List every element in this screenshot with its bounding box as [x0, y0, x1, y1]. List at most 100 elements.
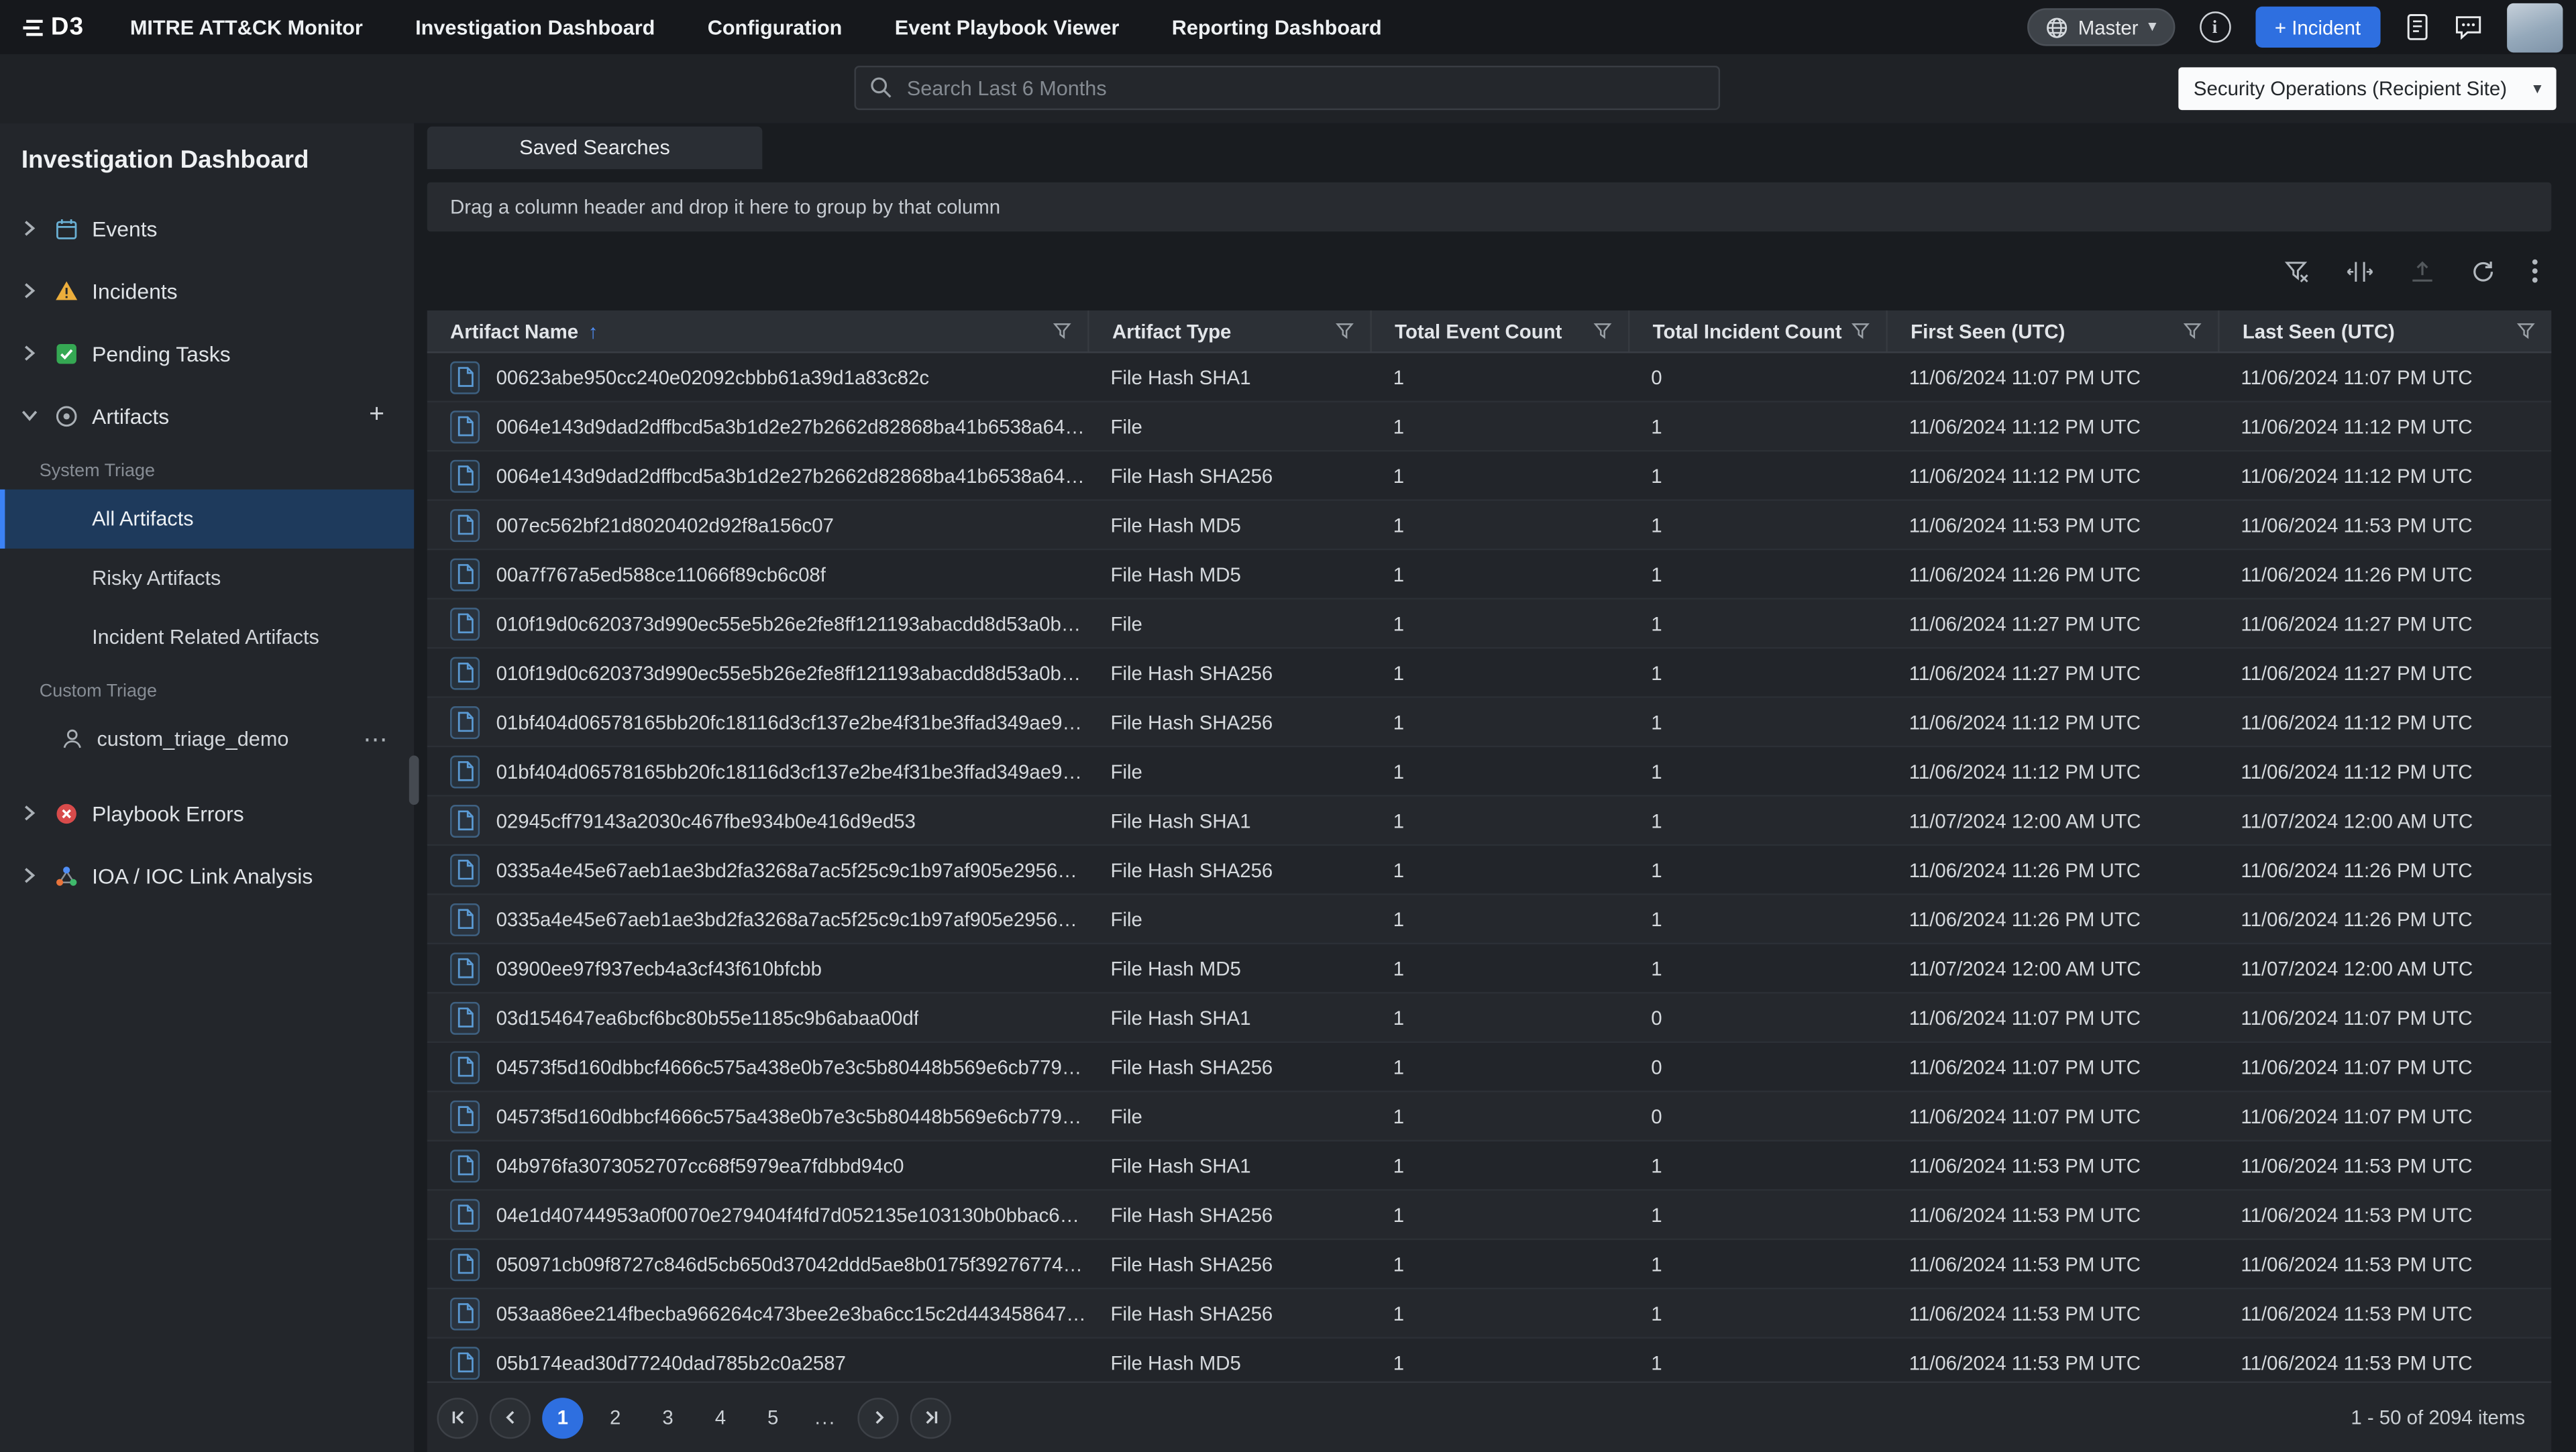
topnav-item-reporting-dashboard[interactable]: Reporting Dashboard [1172, 15, 1382, 38]
sidebar-item-label: Risky Artifacts [92, 567, 221, 590]
last-seen-cell: 11/06/2024 11:12 PM UTC [2218, 747, 2551, 795]
more-options-icon[interactable]: ⋯ [363, 727, 388, 752]
group-by-drop-zone[interactable]: Drag a column header and drop it here to… [427, 182, 2552, 231]
sidebar-item-events[interactable]: Events [0, 197, 414, 260]
sidebar-item-playbook-errors[interactable]: Playbook Errors [0, 782, 414, 844]
file-icon [450, 607, 480, 640]
file-icon [450, 952, 480, 985]
filter-icon[interactable] [2517, 322, 2535, 340]
filter-icon[interactable] [2184, 322, 2202, 340]
master-version-dropdown[interactable]: Master ▾ [2027, 8, 2175, 46]
page-button-5[interactable]: 5 [753, 1397, 794, 1438]
column-chooser-icon[interactable] [2346, 259, 2374, 284]
sidebar-item-custom-triage-demo[interactable]: custom_triage_demo ⋯ [0, 710, 414, 769]
chat-icon[interactable] [2455, 14, 2483, 40]
info-icon[interactable]: i [2199, 11, 2231, 43]
column-header-total-event-count[interactable]: Total Event Count [1370, 311, 1627, 351]
table-row[interactable]: 050971cb09f8727c846d5cb650d37042ddd5ae8b… [427, 1240, 2552, 1289]
first-seen-cell: 11/07/2024 12:00 AM UTC [1886, 797, 2218, 844]
artifact-name-cell: 00623abe950cc240e02092cbbb61a39d1a83c82c [427, 353, 1087, 401]
table-row[interactable]: 05b174ead30d77240dad785b2c0a2587File Has… [427, 1339, 2552, 1382]
table-row[interactable]: 04573f5d160dbbcf4666c575a438e0b7e3c5b804… [427, 1043, 2552, 1092]
sidebar-item-artifacts[interactable]: Artifacts + [0, 384, 414, 447]
sidebar-item-ioa-ioc-link-analysis[interactable]: IOA / IOC Link Analysis [0, 844, 414, 907]
search-input[interactable] [854, 66, 1720, 110]
page-button-3[interactable]: 3 [647, 1397, 688, 1438]
table-row[interactable]: 010f19d0c620373d990ec55e5b26e2fe8ff12119… [427, 600, 2552, 649]
filter-icon[interactable] [1053, 322, 1071, 340]
sort-ascending-icon: ↑ [588, 319, 598, 342]
sidebar-item-incidents[interactable]: Incidents [0, 260, 414, 322]
user-avatar[interactable] [2507, 3, 2563, 52]
tab-saved-searches[interactable]: Saved Searches [427, 127, 763, 170]
filter-icon[interactable] [1336, 322, 1354, 340]
table-row[interactable]: 010f19d0c620373d990ec55e5b26e2fe8ff12119… [427, 649, 2552, 697]
sidebar-resize-handle[interactable] [409, 756, 419, 805]
page-button-4[interactable]: 4 [700, 1397, 741, 1438]
artifact-name-cell: 053aa86ee214fbecba966264c473bee2e3ba6cc1… [427, 1289, 1087, 1337]
last-seen-cell: 11/06/2024 11:26 PM UTC [2218, 846, 2551, 893]
first-page-button[interactable] [437, 1397, 478, 1438]
add-artifact-view-icon[interactable]: + [369, 402, 384, 429]
table-row[interactable]: 03900ee97f937ecb4a3cf43f610bfcbbFile Has… [427, 944, 2552, 993]
clear-filters-icon[interactable] [2284, 259, 2310, 284]
column-header-total-incident-count[interactable]: Total Incident Count [1628, 311, 1886, 351]
table-row[interactable]: 053aa86ee214fbecba966264c473bee2e3ba6cc1… [427, 1289, 2552, 1338]
previous-page-button[interactable] [490, 1397, 531, 1438]
table-row[interactable]: 04e1d40744953a0f0070e279404f4fd7d052135e… [427, 1191, 2552, 1240]
pagination-ellipsis-button[interactable]: ... [805, 1397, 846, 1438]
artifact-type-cell: File Hash MD5 [1087, 944, 1370, 992]
artifact-name-text: 03d154647ea6bcf6bc80b55e1185c9b6abaa00df [496, 1006, 919, 1029]
table-row[interactable]: 04573f5d160dbbcf4666c575a438e0b7e3c5b804… [427, 1093, 2552, 1141]
table-row[interactable]: 02945cff79143a2030c467fbe934b0e416d9ed53… [427, 797, 2552, 846]
add-incident-button[interactable]: + Incident [2255, 7, 2381, 48]
table-row[interactable]: 007ec562bf21d8020402d92f8a156c07File Has… [427, 501, 2552, 550]
total-incident-count-cell: 0 [1628, 994, 1886, 1042]
table-row[interactable]: 00a7f767a5ed588ce11066f89cb6c08fFile Has… [427, 550, 2552, 599]
sidebar-item-all-artifacts[interactable]: All Artifacts [0, 490, 414, 549]
release-notes-icon[interactable] [2405, 13, 2430, 42]
column-header-artifact-name[interactable]: Artifact Name↑ [427, 311, 1087, 351]
table-row[interactable]: 0335a4e45e67aeb1ae3bd2fa3268a7ac5f25c9c1… [427, 895, 2552, 944]
page-title: Investigation Dashboard [0, 146, 414, 174]
next-page-button[interactable] [857, 1397, 898, 1438]
topnav-item-event-playbook-viewer[interactable]: Event Playbook Viewer [895, 15, 1120, 38]
topnav-item-configuration[interactable]: Configuration [708, 15, 843, 38]
table-row[interactable]: 01bf404d06578165bb20fc18116d3cf137e2be4f… [427, 698, 2552, 747]
table-row[interactable]: 00623abe950cc240e02092cbbb61a39d1a83c82c… [427, 353, 2552, 402]
last-page-button[interactable] [910, 1397, 951, 1438]
sidebar-item-incident-related-artifacts[interactable]: Incident Related Artifacts [0, 608, 414, 667]
d3-logo[interactable]: D3 [23, 13, 84, 42]
total-event-count-cell: 1 [1370, 1093, 1627, 1140]
table-row[interactable]: 0335a4e45e67aeb1ae3bd2fa3268a7ac5f25c9c1… [427, 846, 2552, 895]
export-icon[interactable] [2410, 259, 2435, 284]
table-row[interactable]: 01bf404d06578165bb20fc18116d3cf137e2be4f… [427, 747, 2552, 796]
column-header-last-seen-utc[interactable]: Last Seen (UTC) [2218, 311, 2551, 351]
topnav-item-mitre-att-ck-monitor[interactable]: MITRE ATT&CK Monitor [130, 15, 363, 38]
table-row[interactable]: 04b976fa3073052707cc68f5979ea7fdbbd94c0F… [427, 1141, 2552, 1190]
sidebar-item-label: Playbook Errors [92, 801, 244, 826]
column-header-first-seen-utc[interactable]: First Seen (UTC) [1886, 311, 2218, 351]
pagination-bar: 12345... 1 - 50 of 2094 items [427, 1382, 2552, 1452]
total-event-count-cell: 1 [1370, 1240, 1627, 1288]
filter-icon[interactable] [1594, 322, 1612, 340]
total-incident-count-cell: 1 [1628, 747, 1886, 795]
sidebar-item-risky-artifacts[interactable]: Risky Artifacts [0, 549, 414, 608]
total-event-count-cell: 1 [1370, 353, 1627, 401]
file-icon [450, 459, 480, 492]
table-row[interactable]: 0064e143d9dad2dffbcd5a3b1d2e27b2662d8286… [427, 451, 2552, 500]
site-selector-dropdown[interactable]: Security Operations (Recipient Site) ▾ [2179, 67, 2557, 110]
filter-icon[interactable] [1851, 322, 1870, 340]
topnav-item-investigation-dashboard[interactable]: Investigation Dashboard [415, 15, 655, 38]
page-button-2[interactable]: 2 [595, 1397, 636, 1438]
refresh-icon[interactable] [2471, 259, 2496, 284]
first-seen-cell: 11/06/2024 11:53 PM UTC [1886, 1141, 2218, 1189]
artifact-name-text: 04573f5d160dbbcf4666c575a438e0b7e3c5b804… [496, 1105, 1088, 1127]
table-row[interactable]: 03d154647ea6bcf6bc80b55e1185c9b6abaa00df… [427, 994, 2552, 1043]
table-row[interactable]: 0064e143d9dad2dffbcd5a3b1d2e27b2662d8286… [427, 402, 2552, 451]
page-button-1[interactable]: 1 [542, 1397, 583, 1438]
total-incident-count-cell: 1 [1628, 1240, 1886, 1288]
kebab-menu-icon[interactable] [2532, 258, 2538, 284]
sidebar-item-pending-tasks[interactable]: Pending Tasks [0, 322, 414, 384]
column-header-artifact-type[interactable]: Artifact Type [1087, 311, 1370, 351]
